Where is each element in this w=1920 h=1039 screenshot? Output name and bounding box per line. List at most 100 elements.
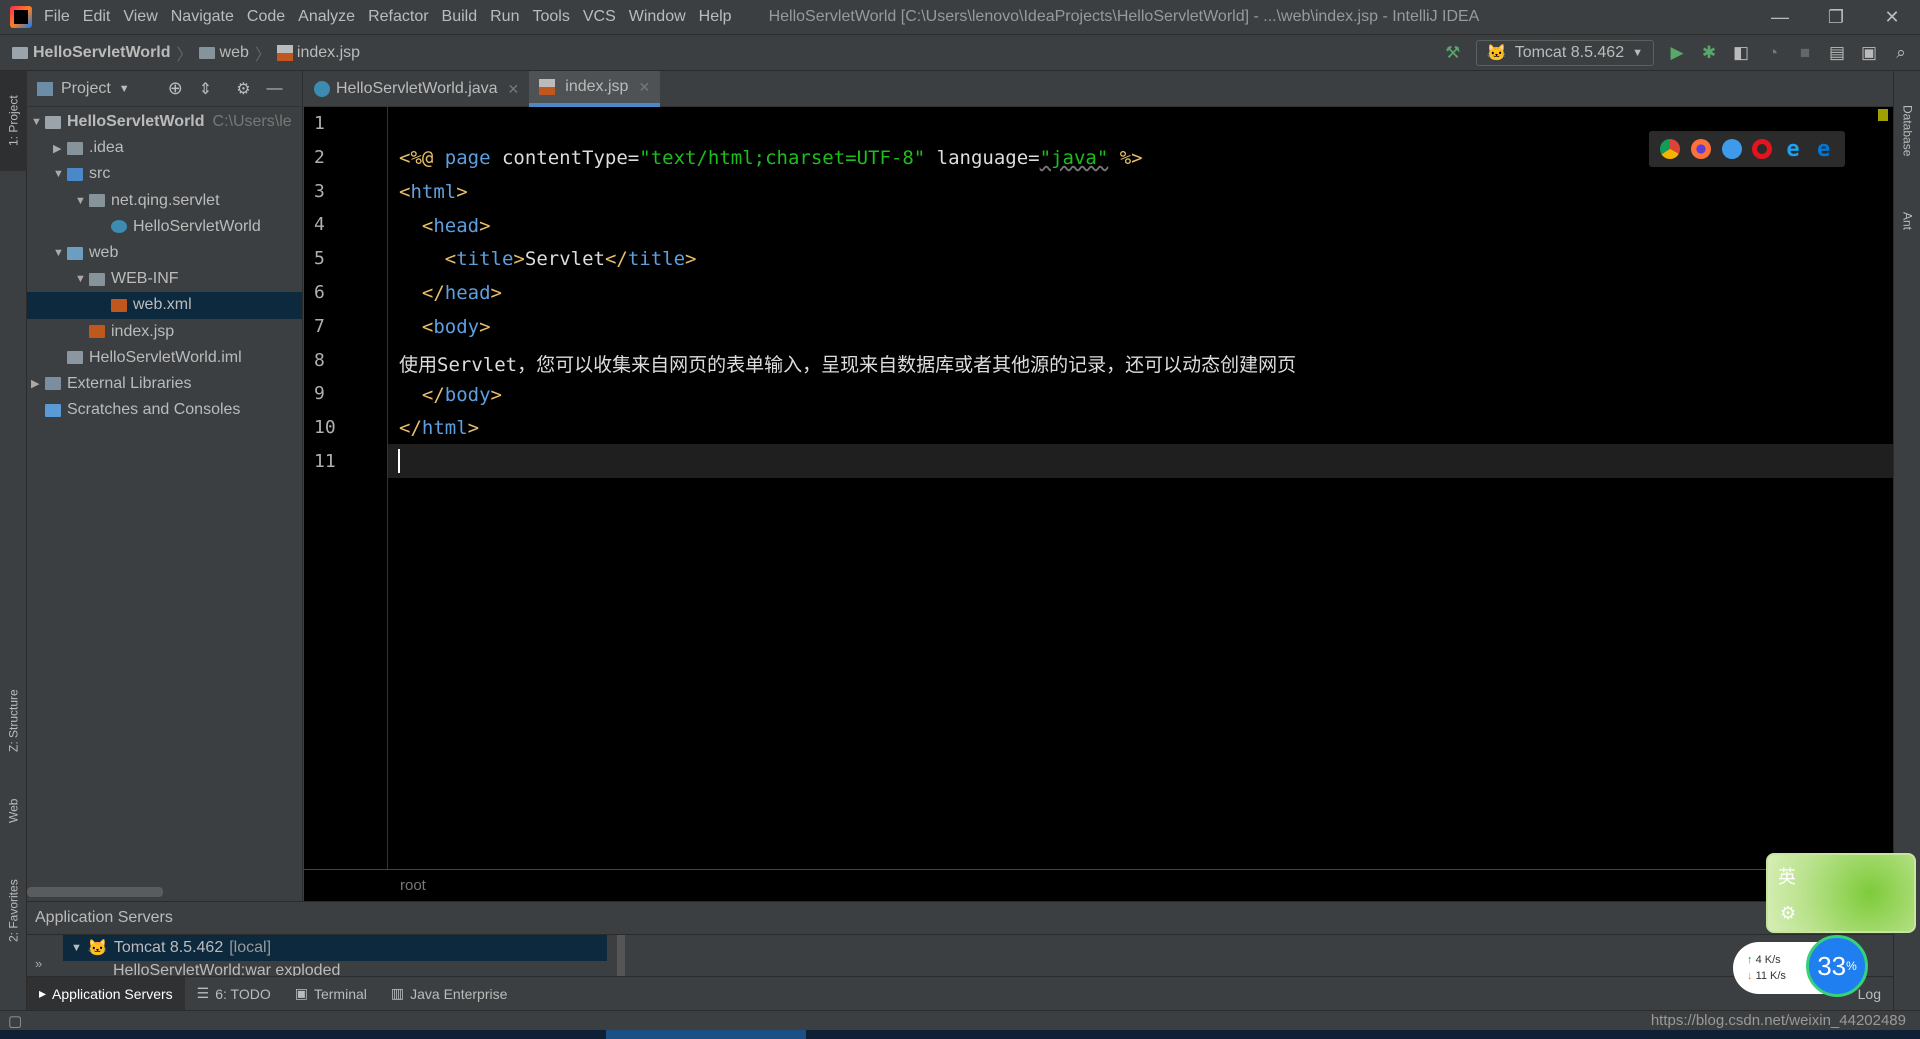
tool-tab-project[interactable]: 1: Project [0,71,27,171]
restore-button[interactable]: ❐ [1808,0,1864,35]
chrome-icon[interactable] [1660,139,1681,159]
server-row[interactable]: ▼ 🐱 Tomcat 8.5.462 [local] [63,935,607,961]
menu-help[interactable]: Help [699,8,732,26]
tree-item[interactable]: HelloServletWorld [27,214,302,240]
menu-analyze[interactable]: Analyze [298,8,355,26]
bottom-tool-tabs: ▸ Application Servers ☰ 6: TODO ▣ Terminal … [27,976,1893,1011]
search-icon[interactable]: ⌕ [1892,43,1910,62]
breadcrumb-web[interactable]: web 〉 [198,41,277,65]
ime-widget[interactable]: 英 ⚙ [1766,853,1916,933]
tool-tab-web[interactable]: Web [0,781,27,841]
tree-item[interactable]: ▼ WEB-INF [27,266,302,292]
tree-item[interactable]: HelloServletWorld.iml [27,345,302,371]
artifact-row[interactable]: HelloServletWorld:war exploded [113,962,340,977]
project-view-selector[interactable]: Project [61,80,111,98]
stop-icon[interactable]: ■ [1796,43,1814,62]
presentation-icon[interactable]: ▣ [1860,43,1878,62]
tool-tab-terminal[interactable]: ▣ Terminal [283,977,379,1011]
expand-arrow-icon[interactable]: ▼ [31,116,45,128]
tool-tab-application-servers[interactable]: ▸ Application Servers [27,976,185,1011]
expand-arrow-icon[interactable]: ▶ [31,377,45,390]
tool-tab-todo[interactable]: ☰ 6: TODO [185,977,283,1011]
expand-arrow-icon[interactable]: ▼ [53,247,67,259]
code-line-7: <body> [421,316,491,338]
vertical-scrollbar[interactable] [617,935,625,977]
code-line-10: </html> [399,417,480,439]
menu-refactor[interactable]: Refactor [368,8,428,26]
code-editor[interactable]: 1 2 3 4 5 6 7 8 9 10 11 <%@ page contentType="text… [304,107,1893,869]
breadcrumb-file[interactable]: index.jsp [276,44,360,62]
expand-arrow-icon[interactable]: ▼ [53,168,67,180]
code-line-2: <%@ page contentType="text/html;charset=… [399,147,1143,169]
run-config-dropdown[interactable]: 🐱 Tomcat 8.5.462 ▼ [1475,40,1654,66]
locate-icon[interactable]: ⊕ [168,78,183,99]
close-button[interactable]: ✕ [1864,0,1920,35]
panel-title: Application Servers [35,909,173,926]
menu-vcs[interactable]: VCS [583,8,616,26]
tree-item[interactable]: ▶ External Libraries [27,371,302,397]
editor-breadcrumb-root[interactable]: root [400,877,426,894]
close-icon[interactable]: ✕ [638,79,650,96]
tree-item[interactable]: ▼ web [27,240,302,266]
build-hammer-icon[interactable]: ⚒ [1444,43,1462,62]
tree-item[interactable]: ▼ HelloServletWorld C:\Users\le [27,109,302,135]
coverage-icon[interactable]: ◧ [1732,43,1750,62]
collapse-all-icon[interactable]: ⇕ [199,79,212,99]
debug-icon[interactable]: ✱ [1700,43,1718,62]
tree-item[interactable]: ▼ src [27,161,302,187]
run-icon[interactable]: ▶ [1668,43,1686,62]
menu-run[interactable]: Run [490,8,519,26]
close-icon[interactable]: ✕ [508,81,520,98]
tool-tab-ant[interactable]: Ant [1894,191,1920,251]
current-line-highlight [304,444,1893,478]
menu-edit[interactable]: Edit [83,8,111,26]
taskbar-active-item[interactable] [606,1030,806,1039]
chevron-down-icon[interactable]: ▼ [119,83,130,95]
tab-index-jsp[interactable]: index.jsp ✕ [529,71,661,107]
collapse-arrow-icon[interactable]: ▼ [71,942,82,954]
menu-window[interactable]: Window [629,8,686,26]
profile-icon[interactable]: ◔ [1764,43,1782,62]
hide-icon[interactable]: — [267,80,283,98]
toggle-tool-windows-icon[interactable]: ▢ [8,1012,22,1030]
intellij-logo-icon [10,6,32,28]
expand-arrow-icon[interactable]: ▶ [53,142,67,155]
opera-icon[interactable] [1752,139,1773,159]
horizontal-scrollbar[interactable] [27,887,163,897]
expand-arrow-icon[interactable]: ▼ [75,273,89,285]
edge-icon[interactable]: e [1814,137,1834,162]
minimize-button[interactable]: — [1752,0,1808,35]
gear-icon[interactable]: ⚙ [236,79,250,99]
breadcrumb-project[interactable]: HelloServletWorld 〉 [12,41,199,65]
gear-icon[interactable]: ⚙ [1780,903,1796,924]
tree-item[interactable]: web.xml [27,292,302,319]
menu-build[interactable]: Build [442,8,478,26]
tree-item[interactable]: index.jsp [27,319,302,345]
tab-hello-servlet-world-java[interactable]: HelloServletWorld.java ✕ [304,71,529,107]
tree-item[interactable]: ▶ .idea [27,135,302,161]
line-number: 2 [314,146,325,168]
menu-tools[interactable]: Tools [532,8,569,26]
project-structure-icon[interactable]: ▤ [1828,43,1846,62]
code-line-6: </head> [421,282,502,304]
jsp-file-icon [539,79,556,95]
line-number: 1 [314,113,325,134]
memory-percent-widget[interactable]: 33% [1806,935,1868,997]
tool-tab-database[interactable]: Database [1894,81,1920,181]
menu-code[interactable]: Code [247,8,285,26]
tree-item[interactable]: Scratches and Consoles [27,397,302,423]
menu-file[interactable]: File [44,8,70,26]
firefox-icon[interactable] [1690,139,1711,159]
tomcat-icon: 🐱 [1486,45,1507,62]
tool-tab-favorites[interactable]: 2: Favorites [0,861,27,961]
inspection-status-icon[interactable] [1878,109,1888,121]
tool-tab-structure[interactable]: Z: Structure [0,671,27,771]
menu-view[interactable]: View [123,8,157,26]
tool-tab-java-enterprise[interactable]: ▥ Java Enterprise [379,977,520,1011]
ie-icon[interactable]: e [1783,137,1803,162]
safari-icon[interactable] [1721,139,1742,159]
tree-item[interactable]: ▼ net.qing.servlet [27,188,302,214]
menu-navigate[interactable]: Navigate [171,8,234,26]
expand-icon[interactable]: » [35,956,42,971]
expand-arrow-icon[interactable]: ▼ [75,195,89,207]
